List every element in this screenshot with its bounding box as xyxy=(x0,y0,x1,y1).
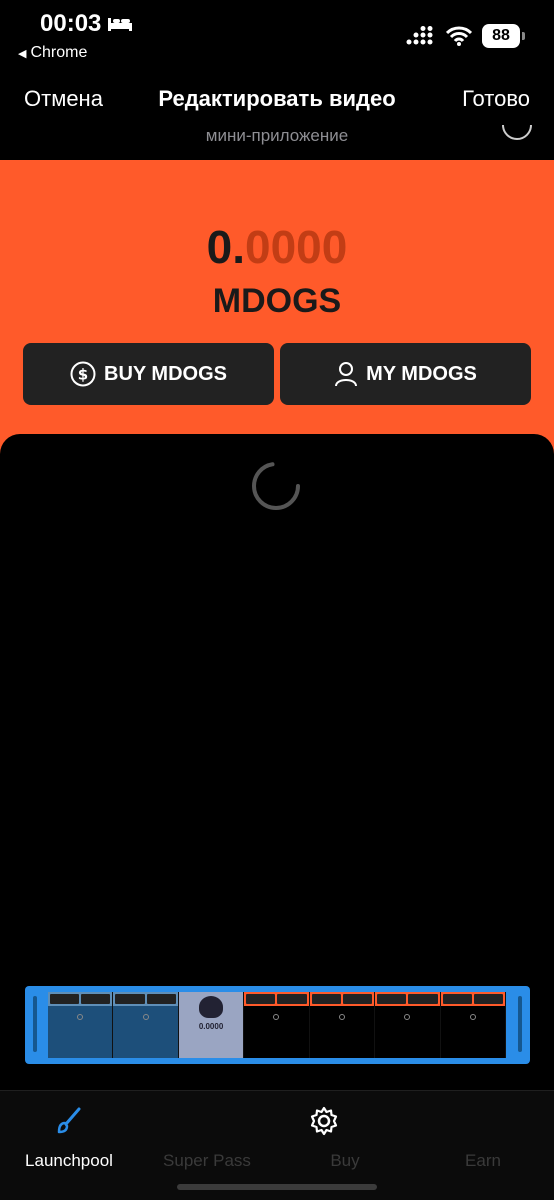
timeline-frame xyxy=(440,992,506,1058)
buy-mdogs-label: BUY MDOGS xyxy=(104,362,227,385)
tab-label: Super Pass xyxy=(163,1151,251,1170)
timeline-start-handle[interactable] xyxy=(33,996,37,1052)
timeline-frame xyxy=(244,992,310,1058)
video-timeline[interactable]: 0.0000 xyxy=(25,986,530,1064)
tab-earn[interactable]: Earn xyxy=(414,1091,552,1200)
timeline-frame xyxy=(375,992,441,1058)
balance-amount: 0.0000 xyxy=(0,220,554,274)
timeline-frames: 0.0000 xyxy=(48,992,506,1058)
done-button[interactable]: Готово xyxy=(462,86,530,112)
menu-circle-icon[interactable] xyxy=(502,125,532,140)
wifi-icon xyxy=(446,26,472,46)
sleep-focus-icon xyxy=(108,18,133,31)
tab-launchpool[interactable]: Launchpool xyxy=(0,1091,138,1200)
bottom-tab-bar: Launchpool Super Pass Buy Earn xyxy=(0,1090,554,1200)
dog-logo-icon xyxy=(199,996,224,1018)
wallet-panel: 0.0000 MDOGS $ BUY MDOGS MY MDOGS xyxy=(0,160,554,460)
svg-text:$: $ xyxy=(78,366,88,384)
back-app-label: Chrome xyxy=(30,44,88,61)
tab-label: Launchpool xyxy=(25,1151,113,1170)
timeline-frame-current: 0.0000 xyxy=(178,992,245,1058)
tab-label: Earn xyxy=(465,1151,501,1170)
status-bar: 00:03 ◀ Chrome 88 xyxy=(0,0,554,70)
clock: 00:03 xyxy=(40,10,133,38)
back-arrow-icon: ◀ xyxy=(18,47,27,60)
status-indicators: 88 xyxy=(406,24,525,48)
my-mdogs-button[interactable]: MY MDOGS xyxy=(280,343,531,405)
buy-mdogs-button[interactable]: $ BUY MDOGS xyxy=(23,343,274,405)
loading-spinner-icon xyxy=(252,462,300,510)
timeline-end-handle[interactable] xyxy=(518,996,522,1052)
token-ticker: MDOGS xyxy=(212,282,342,320)
mini-app-subtitle: мини-приложение xyxy=(205,126,349,145)
dollar-coin-icon: $ xyxy=(70,361,96,387)
timeline-frame xyxy=(113,992,179,1058)
battery-indicator: 88 xyxy=(482,24,525,48)
battery-level: 88 xyxy=(492,27,510,44)
timeline-frame xyxy=(309,992,376,1058)
brush-icon xyxy=(57,1107,81,1134)
cellular-signal-icon xyxy=(406,26,433,45)
tab-label: Buy xyxy=(330,1151,360,1170)
home-indicator[interactable] xyxy=(177,1184,377,1190)
gear-icon xyxy=(311,1106,338,1136)
user-icon xyxy=(335,362,358,387)
my-mdogs-label: MY MDOGS xyxy=(366,362,477,385)
frame-balance-text: 0.0000 xyxy=(198,1022,224,1031)
back-to-app[interactable]: ◀ Chrome xyxy=(18,44,87,62)
edit-video-header: Отмена Редактировать видео Готово мини-п… xyxy=(0,70,554,160)
balance-integer: 0. xyxy=(206,221,246,273)
time-text: 00:03 xyxy=(40,10,102,37)
timeline-frame xyxy=(48,992,114,1058)
balance-decimals: 0000 xyxy=(245,221,348,273)
